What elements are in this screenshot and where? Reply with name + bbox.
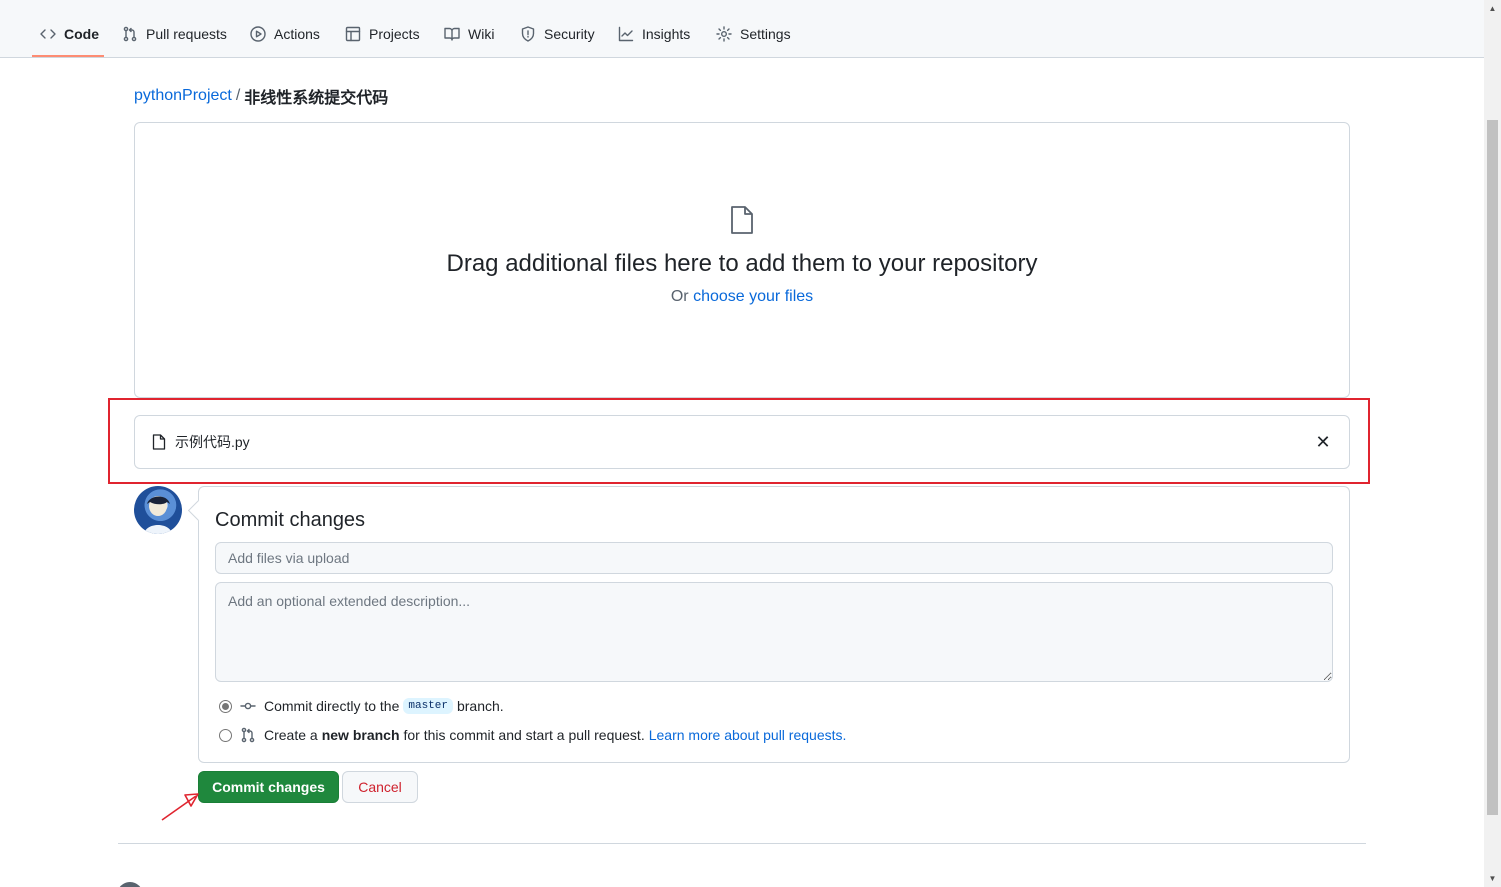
commit-form: Commit changes Commit directly to the ma…: [198, 486, 1350, 763]
avatar: [134, 486, 182, 534]
new-branch-text-bold: new branch: [321, 727, 400, 743]
git-pull-request-icon: [241, 727, 255, 743]
tab-security[interactable]: Security: [520, 0, 595, 58]
breadcrumb: pythonProject / 非线性系统提交代码: [134, 84, 388, 108]
commit-description-textarea[interactable]: [215, 582, 1333, 682]
commit-direct-radio[interactable]: [219, 699, 232, 713]
file-icon: [731, 206, 753, 234]
uploaded-file-row: 示例代码.py ✕: [134, 415, 1350, 469]
tab-projects-label: Projects: [369, 26, 420, 42]
tab-projects[interactable]: Projects: [345, 0, 420, 58]
active-tab-underline: [32, 55, 104, 57]
choose-files-link[interactable]: choose your files: [693, 288, 813, 305]
tab-settings-label: Settings: [740, 26, 791, 42]
commit-direct-suffix: branch.: [456, 698, 504, 714]
tab-security-label: Security: [544, 26, 595, 42]
tab-actions[interactable]: Actions: [250, 0, 320, 58]
scroll-up-arrow-icon[interactable]: ▲: [1484, 0, 1501, 17]
tab-code[interactable]: Code: [40, 0, 99, 58]
drop-zone-or-text: Or: [670, 288, 689, 305]
shield-icon: [521, 26, 535, 42]
play-icon: [250, 26, 266, 42]
drop-zone-title: Drag additional files here to add them t…: [446, 250, 1038, 277]
github-logo-icon[interactable]: [117, 882, 143, 887]
tab-pull-requests-label: Pull requests: [146, 26, 227, 42]
scrollbar-thumb[interactable]: [1487, 120, 1498, 815]
repo-nav: Code Pull requests Actions Projects Wiki…: [0, 0, 1484, 58]
branch-name-badge: master: [403, 698, 453, 714]
tab-pull-requests[interactable]: Pull requests: [122, 0, 227, 58]
code-icon: [40, 29, 56, 39]
footer-divider: [118, 843, 1366, 844]
git-commit-icon: [240, 702, 256, 710]
table-icon: [345, 26, 361, 42]
cancel-button[interactable]: Cancel: [342, 771, 418, 803]
learn-more-pull-requests-link[interactable]: Learn more about pull requests.: [649, 727, 847, 743]
tab-wiki-label: Wiki: [468, 26, 495, 42]
commit-form-title: Commit changes: [215, 509, 366, 531]
file-drop-zone[interactable]: Drag additional files here to add them t…: [134, 122, 1350, 398]
new-branch-radio[interactable]: [219, 728, 232, 742]
tab-actions-label: Actions: [274, 26, 320, 42]
gear-icon: [716, 26, 732, 42]
commit-direct-option[interactable]: Commit directly to the master branch.: [219, 698, 504, 714]
new-branch-text-prefix: Create a: [264, 727, 318, 743]
new-branch-text-suffix: for this commit and start a pull request…: [403, 727, 645, 743]
commit-direct-text: Commit directly to the: [264, 698, 400, 714]
annotation-arrow-icon: [161, 793, 199, 821]
breadcrumb-repo-link[interactable]: pythonProject: [134, 87, 232, 105]
breadcrumb-separator: /: [235, 87, 241, 104]
commit-changes-button[interactable]: Commit changes: [198, 771, 339, 803]
tab-wiki[interactable]: Wiki: [444, 0, 494, 58]
uploaded-file-name: 示例代码.py: [175, 434, 250, 450]
tab-settings[interactable]: Settings: [716, 0, 791, 58]
scroll-down-arrow-icon[interactable]: ▼: [1484, 870, 1501, 887]
graph-icon: [618, 26, 634, 42]
tab-insights-label: Insights: [642, 26, 691, 42]
avatar-image: [144, 496, 172, 534]
file-icon: [152, 434, 166, 450]
remove-file-close-icon[interactable]: ✕: [1315, 433, 1331, 451]
tab-insights[interactable]: Insights: [618, 0, 690, 58]
git-pull-request-icon: [123, 26, 137, 42]
breadcrumb-folder: 非线性系统提交代码: [244, 90, 389, 107]
drop-zone-subtitle: Or choose your files: [135, 288, 1349, 306]
tab-code-label: Code: [64, 26, 99, 42]
new-branch-option[interactable]: Create a new branch for this commit and …: [219, 727, 846, 743]
book-icon: [444, 27, 460, 41]
commit-summary-input[interactable]: [215, 542, 1333, 574]
